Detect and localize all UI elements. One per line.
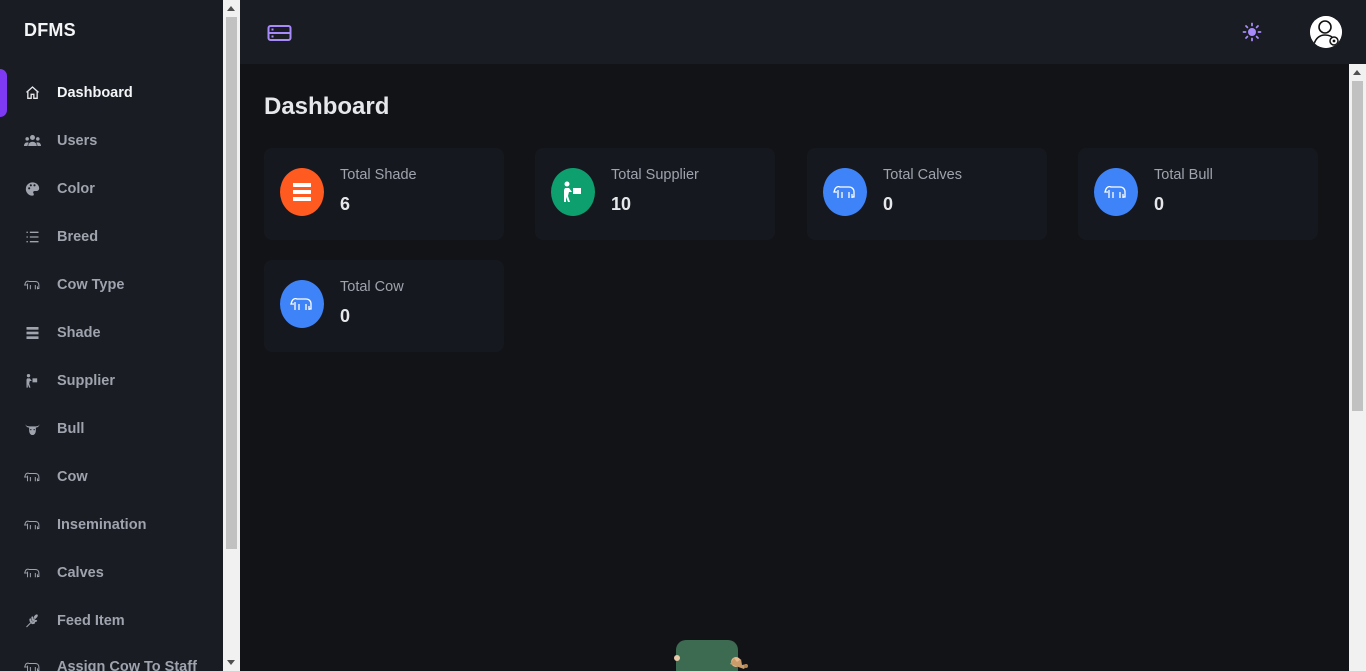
palette-icon — [24, 181, 44, 197]
stat-card-total-supplier: Total Supplier 10 — [535, 148, 775, 240]
main-content: Dashboard Total Shade 6 Total Supplier 1… — [240, 64, 1349, 671]
sidebar-item-cow-type[interactable]: Cow Type — [0, 265, 223, 305]
sidebar-item-label: Cow — [57, 469, 88, 485]
scroll-up-arrow-icon[interactable] — [1353, 70, 1361, 75]
stat-value: 0 — [1154, 194, 1165, 214]
sidebar-item-assign-cow-to-staff[interactable]: Assign Cow To Staff — [0, 647, 223, 671]
user-settings-avatar — [1310, 16, 1342, 48]
sidebar-item-label: Feed Item — [57, 613, 125, 629]
stat-label: Total Calves — [883, 167, 962, 183]
sidebar-item-users[interactable]: Users — [0, 121, 223, 161]
scroll-up-arrow-icon[interactable] — [227, 6, 235, 11]
stat-value: 0 — [883, 194, 894, 214]
stat-value: 6 — [340, 194, 351, 214]
sidebar-item-cow[interactable]: Cow — [0, 457, 223, 497]
sidebar-item-label: Assign Cow To Staff — [57, 659, 197, 671]
person-carry-icon — [24, 373, 44, 389]
stat-label: Total Shade — [340, 167, 417, 183]
list-icon — [24, 229, 44, 245]
menu-toggle-button[interactable] — [267, 24, 292, 42]
sidebar-item-color[interactable]: Color — [0, 169, 223, 209]
cow-icon — [24, 517, 44, 533]
wheat-icon — [24, 613, 44, 629]
sidebar-item-shade[interactable]: Shade — [0, 313, 223, 353]
stat-label: Total Cow — [340, 279, 404, 295]
active-indicator — [0, 69, 7, 117]
sidebar-scrollbar[interactable] — [223, 0, 240, 671]
stat-card-total-bull: Total Bull 0 — [1078, 148, 1318, 240]
sidebar-item-label: Bull — [57, 421, 85, 437]
sidebar-item-feed-item[interactable]: Feed Item — [0, 601, 223, 641]
user-avatar-button[interactable] — [1310, 16, 1342, 48]
theme-toggle-button[interactable] — [1242, 22, 1262, 42]
cow-icon — [24, 277, 44, 293]
scrollbar-thumb[interactable] — [226, 17, 237, 549]
stat-card-total-shade: Total Shade 6 — [264, 148, 504, 240]
stat-label: Total Bull — [1154, 167, 1213, 183]
sidebar-item-bull[interactable]: Bull — [0, 409, 223, 449]
sidebar-item-label: Breed — [57, 229, 99, 245]
scroll-down-arrow-icon[interactable] — [227, 660, 235, 665]
sidebar-item-label: Shade — [57, 325, 101, 341]
sidebar-item-dashboard[interactable]: Dashboard — [0, 69, 223, 117]
stat-card-total-cow: Total Cow 0 — [264, 260, 504, 352]
person-carry-icon — [551, 168, 595, 216]
stat-card-total-calves: Total Calves 0 — [807, 148, 1047, 240]
stat-label: Total Supplier — [611, 167, 699, 183]
stat-value: 0 — [340, 306, 351, 326]
sidebar-item-label: Calves — [57, 565, 104, 581]
sidebar-item-label: Insemination — [57, 517, 147, 533]
app-root: DFMS Dashboard Users Color Breed Cow Typ… — [0, 0, 1366, 671]
scrollbar-thumb[interactable] — [1352, 81, 1363, 411]
sun-icon — [1242, 22, 1262, 42]
sidebar-item-label: Supplier — [57, 373, 116, 389]
shade-icon — [24, 325, 44, 341]
sidebar-item-label: Dashboard — [57, 85, 133, 101]
sidebar-item-insemination[interactable]: Insemination — [0, 505, 223, 545]
sidebar-item-label: Color — [57, 181, 95, 197]
cow-icon — [280, 280, 324, 328]
sidebar-item-calves[interactable]: Calves — [0, 553, 223, 593]
sidebar-item-breed[interactable]: Breed — [0, 217, 223, 257]
users-icon — [24, 133, 44, 149]
cow-icon — [1094, 168, 1138, 216]
bull-head-icon — [24, 421, 44, 437]
home-icon — [24, 85, 44, 101]
shade-icon — [280, 168, 324, 216]
cow-icon — [24, 659, 44, 671]
sidebar-item-supplier[interactable]: Supplier — [0, 361, 223, 401]
dashboard-illustration — [674, 640, 774, 671]
cow-icon — [24, 469, 44, 485]
main-scrollbar[interactable] — [1349, 64, 1366, 671]
sidebar-item-label: Users — [57, 133, 98, 149]
sidebar: DFMS Dashboard Users Color Breed Cow Typ… — [0, 0, 223, 671]
sidebar-item-label: Cow Type — [57, 277, 125, 293]
page-title: Dashboard — [264, 93, 390, 120]
stat-value: 10 — [611, 194, 632, 214]
cow-icon — [24, 565, 44, 581]
brand-logo[interactable]: DFMS — [24, 20, 76, 41]
top-header — [240, 0, 1366, 64]
menu-icon — [267, 25, 292, 41]
cow-icon — [823, 168, 867, 216]
